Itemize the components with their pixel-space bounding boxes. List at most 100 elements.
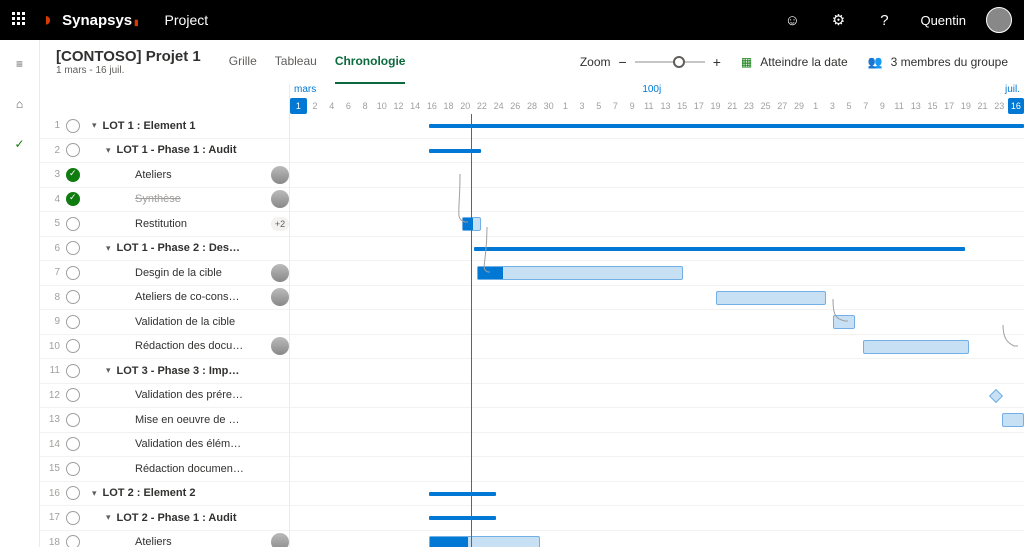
summary-bar[interactable]: [429, 492, 495, 496]
assignee-avatar[interactable]: [271, 288, 289, 306]
status-circle[interactable]: [66, 388, 80, 402]
task-bar[interactable]: [863, 340, 969, 354]
status-circle[interactable]: [66, 266, 80, 280]
timescale-tick: 1: [290, 98, 307, 114]
status-circle[interactable]: [66, 143, 80, 157]
chevron-down-icon[interactable]: ▾: [106, 243, 111, 254]
timescale-tick: 4: [323, 98, 340, 114]
tab-grid[interactable]: Grille: [229, 40, 257, 84]
task-bar[interactable]: [833, 315, 855, 329]
goto-date-button[interactable]: ▦ Atteindre la date: [741, 55, 848, 69]
assignee-avatar[interactable]: [271, 166, 289, 184]
task-row[interactable]: 16▾LOT 2 : Element 2: [40, 482, 289, 507]
task-row[interactable]: 18Ateliers: [40, 531, 289, 547]
milestone-marker[interactable]: [989, 388, 1003, 402]
user-avatar[interactable]: [986, 7, 1012, 33]
project-header: [CONTOSO] Projet 1 1 mars - 16 juil. Gri…: [40, 40, 1024, 84]
task-bar[interactable]: [477, 266, 683, 280]
timescale-tick: 9: [624, 98, 641, 114]
tab-board[interactable]: Tableau: [275, 40, 317, 84]
task-row[interactable]: 5Restitution+2: [40, 212, 289, 237]
status-circle[interactable]: [66, 511, 80, 525]
summary-bar[interactable]: [429, 516, 495, 520]
menu-icon[interactable]: ≡: [4, 48, 36, 80]
timescale-tick: 20: [457, 98, 474, 114]
task-row[interactable]: 9Validation de la cible: [40, 310, 289, 335]
timeline-row: [290, 163, 1024, 188]
task-row[interactable]: 3Ateliers: [40, 163, 289, 188]
status-circle[interactable]: [66, 217, 80, 231]
status-circle[interactable]: [66, 462, 80, 476]
status-circle[interactable]: [66, 364, 80, 378]
task-row[interactable]: 8Ateliers de co-cons…: [40, 286, 289, 311]
tab-timeline[interactable]: Chronologie: [335, 40, 406, 84]
zoom-control[interactable]: Zoom − +: [580, 54, 721, 70]
extra-assignees-badge[interactable]: +2: [271, 217, 289, 231]
app-launcher-icon[interactable]: [12, 12, 28, 28]
timescale-tick: 19: [707, 98, 724, 114]
timescale-tick: 1: [807, 98, 824, 114]
timeline-row: [290, 408, 1024, 433]
status-circle[interactable]: [66, 535, 80, 547]
top-bar: ◗ Synapsys▮ Project ☺ ⚙ ? Quentin: [0, 0, 1024, 40]
row-number: 15: [46, 463, 60, 474]
home-icon[interactable]: ⌂: [4, 88, 36, 120]
assignee-avatar[interactable]: [271, 264, 289, 282]
timescale-tick: 22: [474, 98, 491, 114]
task-name: Restitution: [135, 218, 265, 230]
task-row[interactable]: 7Desgin de la cible: [40, 261, 289, 286]
status-circle[interactable]: [66, 192, 80, 206]
task-bar[interactable]: [716, 291, 826, 305]
settings-icon[interactable]: ⚙: [822, 4, 854, 36]
chevron-down-icon[interactable]: ▾: [106, 145, 111, 156]
status-circle[interactable]: [66, 413, 80, 427]
help-icon[interactable]: ?: [868, 4, 900, 36]
task-row[interactable]: 14Validation des élém…: [40, 433, 289, 458]
task-row[interactable]: 1▾LOT 1 : Element 1: [40, 114, 289, 139]
summary-bar[interactable]: [474, 247, 966, 251]
status-circle[interactable]: [66, 315, 80, 329]
assignee-avatar[interactable]: [271, 337, 289, 355]
task-row[interactable]: 4Synthèse: [40, 188, 289, 213]
chevron-down-icon[interactable]: ▾: [92, 488, 97, 499]
chevron-down-icon[interactable]: ▾: [92, 120, 97, 131]
assignee-avatar[interactable]: [271, 533, 289, 547]
task-row[interactable]: 15Rédaction documen…: [40, 457, 289, 482]
timeline-row: [290, 359, 1024, 384]
task-row[interactable]: 11▾LOT 3 - Phase 3 : Imp…: [40, 359, 289, 384]
task-bar[interactable]: [1002, 413, 1024, 427]
task-row[interactable]: 17▾LOT 2 - Phase 1 : Audit: [40, 506, 289, 531]
members-button[interactable]: 👥 3 membres du groupe: [868, 55, 1008, 69]
timescale-tick: 17: [941, 98, 958, 114]
task-name: LOT 1 - Phase 1 : Audit: [117, 144, 289, 156]
status-circle[interactable]: [66, 290, 80, 304]
timescale-tick: 21: [724, 98, 741, 114]
status-circle[interactable]: [66, 241, 80, 255]
task-row[interactable]: 10Rédaction des docu…: [40, 335, 289, 360]
timescale-tick: 8: [357, 98, 374, 114]
status-circle[interactable]: [66, 339, 80, 353]
row-number: 11: [46, 365, 60, 376]
status-circle[interactable]: [66, 437, 80, 451]
summary-bar[interactable]: [429, 149, 480, 153]
task-row[interactable]: 2▾LOT 1 - Phase 1 : Audit: [40, 139, 289, 164]
chevron-down-icon[interactable]: ▾: [106, 365, 111, 376]
task-row[interactable]: 6▾LOT 1 - Phase 2 : Des…: [40, 237, 289, 262]
summary-bar[interactable]: [429, 124, 1024, 128]
chevron-down-icon[interactable]: ▾: [106, 512, 111, 523]
task-bar[interactable]: [429, 536, 539, 547]
assignee-avatar[interactable]: [271, 190, 289, 208]
status-circle[interactable]: [66, 168, 80, 182]
timescale-tick: 16: [424, 98, 441, 114]
status-circle[interactable]: [66, 119, 80, 133]
task-row[interactable]: 13Mise en oeuvre de …: [40, 408, 289, 433]
status-circle[interactable]: [66, 486, 80, 500]
brand-name: Synapsys▮: [62, 12, 138, 29]
row-number: 18: [46, 537, 60, 547]
emoji-icon[interactable]: ☺: [776, 4, 808, 36]
check-icon[interactable]: ✓: [4, 128, 36, 160]
task-row[interactable]: 12Validation des prére…: [40, 384, 289, 409]
today-line: [471, 114, 472, 547]
zoom-slider[interactable]: [635, 61, 705, 63]
left-rail: ≡ ⌂ ✓: [0, 40, 40, 547]
